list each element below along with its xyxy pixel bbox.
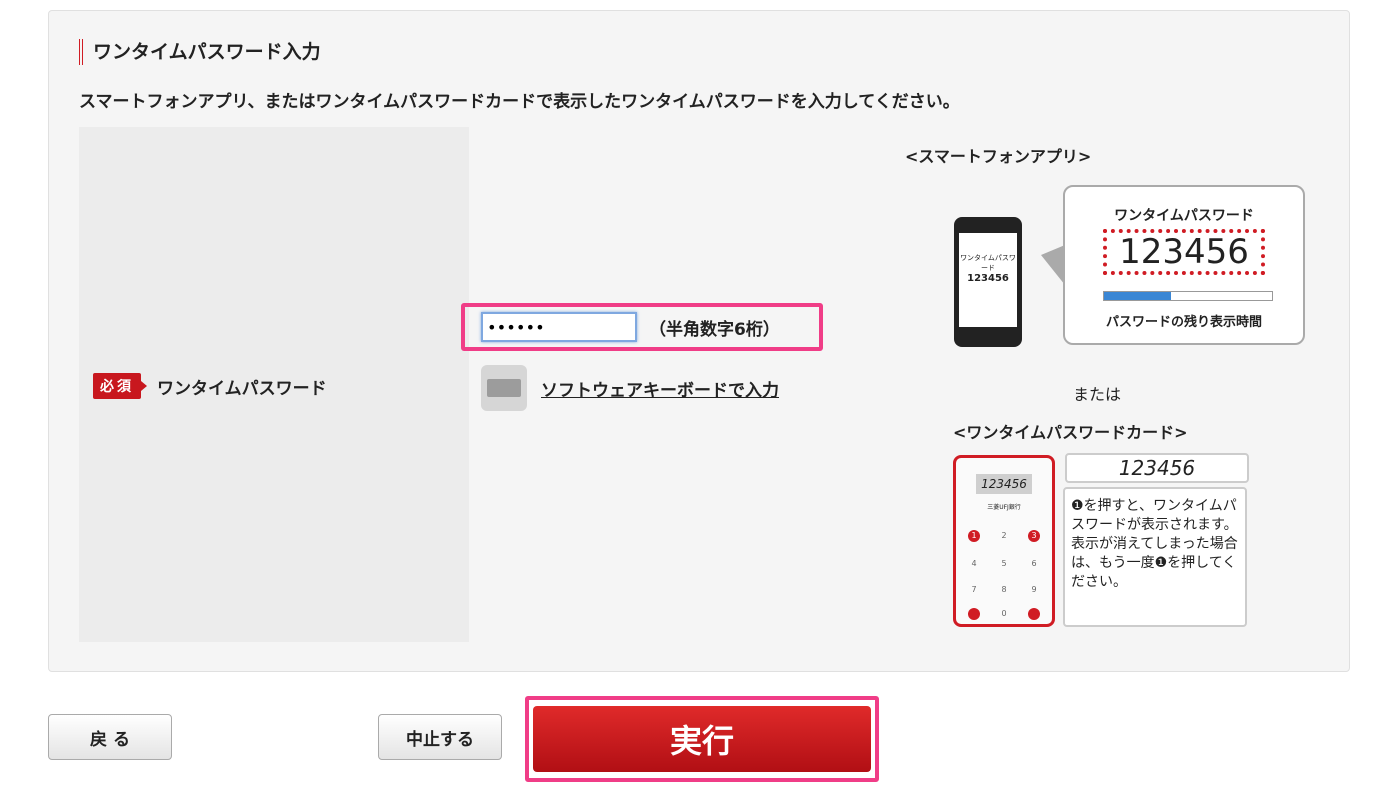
card-key-1-icon: 1 bbox=[968, 530, 980, 542]
card-key-icon: 5 bbox=[1001, 559, 1007, 568]
time-remaining-fill bbox=[1104, 292, 1172, 300]
required-field-label: 必須 ワンタイムパスワード bbox=[93, 373, 327, 399]
card-key-icon: 3 bbox=[1028, 530, 1040, 542]
otp-card-illustration: 123456 三菱UFJ銀行 1 2 3 4 5 6 7 8 9 0 bbox=[953, 455, 1055, 627]
software-keyboard-link[interactable]: ソフトウェアキーボードで入力 bbox=[541, 376, 779, 401]
software-keyboard-row: ソフトウェアキーボードで入力 bbox=[481, 365, 779, 411]
section-title: ワンタイムパスワード入力 bbox=[79, 39, 321, 65]
card-otp-code: 123456 bbox=[1065, 453, 1249, 483]
phone-screen-title: ワンタイムパスワード bbox=[960, 254, 1016, 272]
otp-password-input[interactable] bbox=[481, 312, 637, 342]
card-key-icon bbox=[1028, 608, 1040, 620]
input-hint: （半角数字6桁） bbox=[649, 320, 780, 340]
app-otp-code: 123456 bbox=[1103, 229, 1265, 275]
app-bubble-note: パスワードの残り表示時間 bbox=[1105, 315, 1262, 330]
card-display: 123456 bbox=[976, 474, 1032, 494]
card-key-icon: 8 bbox=[1001, 585, 1007, 594]
password-input-highlight: （半角数字6桁） bbox=[461, 303, 823, 351]
back-button[interactable]: 戻 る bbox=[48, 714, 172, 760]
label-column: 必須 ワンタイムパスワード bbox=[79, 127, 469, 642]
bubble-tail bbox=[1041, 245, 1065, 285]
phone-screen-code: 123456 bbox=[967, 273, 1009, 284]
card-section-title: <ワンタイムパスワードカード> bbox=[953, 423, 1188, 442]
field-label: ワンタイムパスワード bbox=[157, 378, 327, 399]
card-bank-name: 三菱UFJ銀行 bbox=[987, 504, 1021, 511]
card-key-icon: 2 bbox=[1001, 531, 1007, 540]
phone-screen: ワンタイムパスワード 123456 bbox=[959, 233, 1017, 327]
section-description: スマートフォンアプリ、またはワンタイムパスワードカードで表示したワンタイムパスワ… bbox=[79, 92, 960, 112]
app-speech-bubble: ワンタイムパスワード 123456 パスワードの残り表示時間 bbox=[1041, 185, 1305, 345]
card-instructions: ❶を押すと、ワンタイムパスワードが表示されます。表示が消えてしまった場合は、もう… bbox=[1063, 487, 1247, 627]
app-bubble-title: ワンタイムパスワード bbox=[1114, 208, 1254, 224]
time-remaining-bar bbox=[1103, 291, 1273, 301]
keyboard-icon[interactable] bbox=[481, 365, 527, 411]
execute-button-highlight: 実行 bbox=[525, 696, 879, 782]
card-key-icon: 7 bbox=[971, 585, 977, 594]
card-key-icon: 9 bbox=[1031, 585, 1037, 594]
card-key-icon: 4 bbox=[971, 559, 977, 568]
otp-panel: ワンタイムパスワード入力 スマートフォンアプリ、またはワンタイムパスワードカード… bbox=[48, 10, 1350, 672]
card-key-icon bbox=[968, 608, 980, 620]
card-key-icon: 6 bbox=[1031, 559, 1037, 568]
required-badge: 必須 bbox=[93, 373, 141, 399]
app-section-title: <スマートフォンアプリ> bbox=[905, 147, 1092, 166]
cancel-button[interactable]: 中止する bbox=[378, 714, 502, 760]
smartphone-illustration: ワンタイムパスワード 123456 bbox=[954, 217, 1022, 347]
execute-button[interactable]: 実行 bbox=[533, 706, 871, 772]
card-key-icon: 0 bbox=[1001, 609, 1007, 618]
or-text: または bbox=[1073, 385, 1122, 404]
